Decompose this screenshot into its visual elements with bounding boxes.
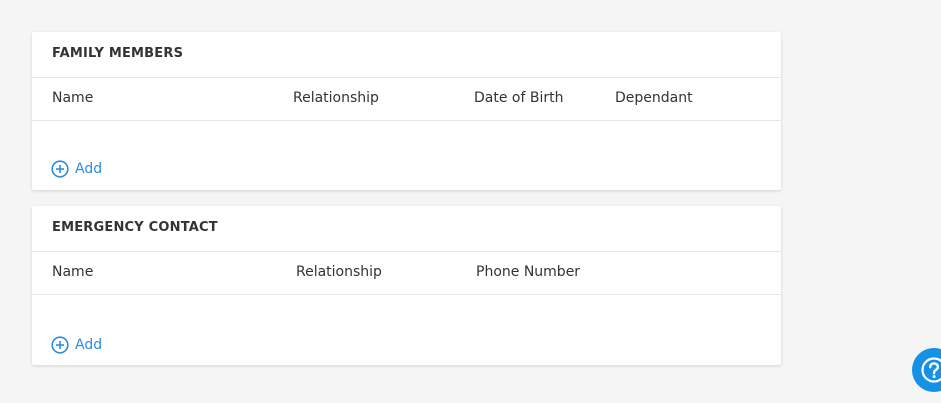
divider	[32, 294, 781, 295]
divider	[32, 120, 781, 121]
help-button[interactable]	[912, 348, 941, 392]
add-label: Add	[75, 337, 103, 353]
divider	[32, 251, 781, 252]
column-header-dependant: Dependant	[615, 90, 693, 106]
divider	[32, 77, 781, 78]
column-header-phone-number: Phone Number	[476, 264, 581, 280]
plus-circle-icon	[51, 336, 69, 354]
plus-circle-icon	[51, 160, 69, 178]
column-header-date-of-birth: Date of Birth	[474, 90, 564, 106]
column-header-name: Name	[52, 264, 94, 280]
emergency-contact-card: EMERGENCY CONTACT Name Relationship Phon…	[32, 206, 781, 365]
add-emergency-contact-button[interactable]: Add	[51, 336, 102, 354]
family-members-title: FAMILY MEMBERS	[52, 46, 184, 61]
emergency-contact-title: EMERGENCY CONTACT	[52, 220, 218, 235]
add-family-member-button[interactable]: Add	[51, 160, 102, 178]
family-members-card: FAMILY MEMBERS Name Relationship Date of…	[32, 32, 781, 190]
column-header-relationship: Relationship	[293, 90, 379, 106]
question-mark-icon	[921, 357, 941, 383]
column-header-name: Name	[52, 90, 94, 106]
add-label: Add	[75, 161, 103, 177]
column-header-relationship: Relationship	[296, 264, 382, 280]
